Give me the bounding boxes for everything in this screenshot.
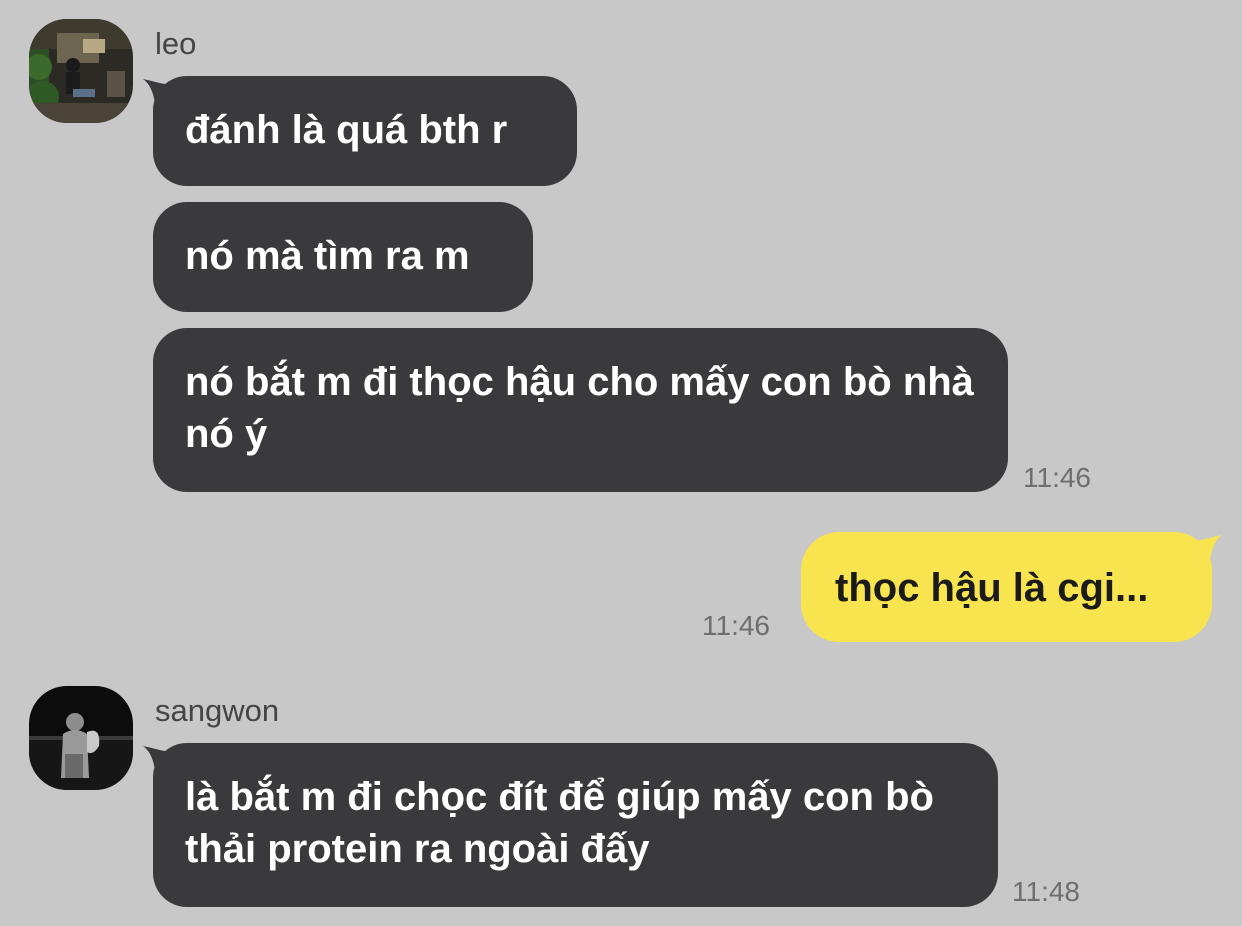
message-text: đánh là quá bth r (185, 108, 508, 152)
sender-name-sangwon: sangwon (155, 693, 280, 728)
message-bubble[interactable]: nó mà tìm ra m (153, 202, 533, 312)
message-text: thọc hậu là cgi... (835, 566, 1149, 610)
sender-name-leo: leo (155, 26, 197, 61)
avatar-leo[interactable] (29, 19, 133, 123)
bubble-tail (1192, 535, 1222, 559)
avatar-sangwon[interactable] (29, 686, 133, 790)
message-timestamp: 11:46 (1023, 462, 1091, 493)
message-bubble[interactable]: nó bắt m đi thọc hậu cho mấy con bò nhà … (153, 328, 1008, 492)
message-bubble[interactable]: đánh là quá bth r (153, 76, 577, 186)
message-text: nó mà tìm ra m (185, 234, 470, 278)
message-text: là bắt m đi chọc đít để giúp mấy con bò … (185, 775, 934, 871)
message-timestamp: 11:46 (702, 610, 770, 641)
message-text: nó bắt m đi thọc hậu cho mấy con bò nhà … (185, 360, 974, 456)
message-timestamp: 11:48 (1012, 876, 1080, 907)
avatar-photo (29, 19, 133, 123)
message-bubble-outgoing[interactable]: thọc hậu là cgi... (801, 532, 1212, 642)
message-bubble[interactable]: là bắt m đi chọc đít để giúp mấy con bò … (153, 743, 998, 907)
avatar-photo (29, 686, 133, 790)
